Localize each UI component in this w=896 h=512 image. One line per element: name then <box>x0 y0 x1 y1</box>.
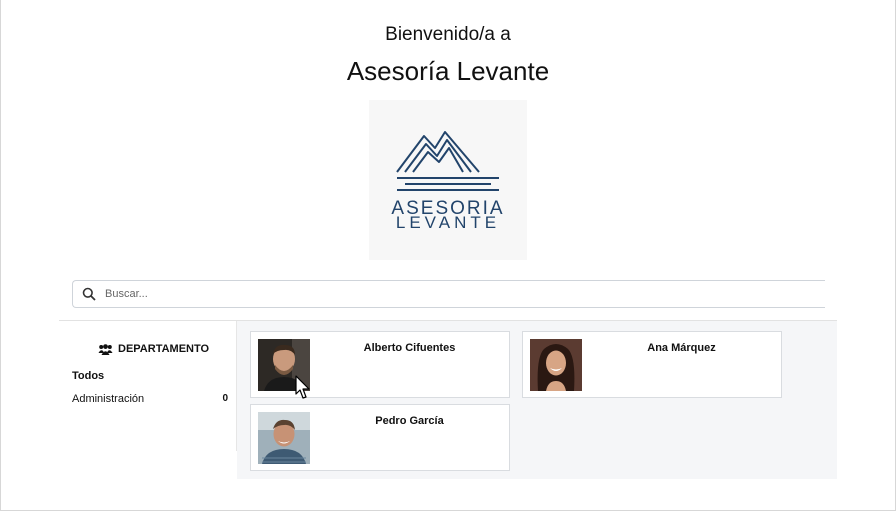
employee-name: Pedro García <box>375 415 444 427</box>
employee-photo <box>530 339 582 391</box>
employee-name: Alberto Cifuentes <box>363 342 456 354</box>
logo-text-line2: LEVANTE <box>396 213 500 232</box>
search-input[interactable] <box>103 284 807 304</box>
welcome-text: Bienvenido/a a <box>385 24 511 45</box>
employee-card[interactable]: Ana Márquez <box>522 331 782 398</box>
search-icon <box>82 287 96 301</box>
employee-card[interactable]: Pedro García <box>250 404 510 471</box>
department-sidebar: DEPARTAMENTO Todos Administración 0 <box>59 321 237 451</box>
employee-grid: Alberto Cifuentes Ana Márquez Pedro Garc… <box>237 321 837 479</box>
employee-photo <box>258 339 310 391</box>
sidebar-item-count: 0 <box>222 393 228 404</box>
employee-name: Ana Márquez <box>647 342 716 354</box>
company-name: Asesoría Levante <box>346 56 550 86</box>
search-bar[interactable] <box>72 280 825 308</box>
users-icon <box>98 343 113 355</box>
department-heading-label: DEPARTAMENTO <box>118 343 210 355</box>
employee-card[interactable]: Alberto Cifuentes <box>250 331 510 398</box>
sidebar-item-todos[interactable]: Todos <box>72 370 104 382</box>
department-heading: DEPARTAMENTO <box>98 343 209 355</box>
company-logo: ASESORIA LEVANTE <box>369 100 527 260</box>
employee-photo <box>258 412 310 464</box>
sidebar-item-label: Administración <box>72 393 145 405</box>
sidebar-item-administracion[interactable]: Administración 0 <box>72 393 228 405</box>
